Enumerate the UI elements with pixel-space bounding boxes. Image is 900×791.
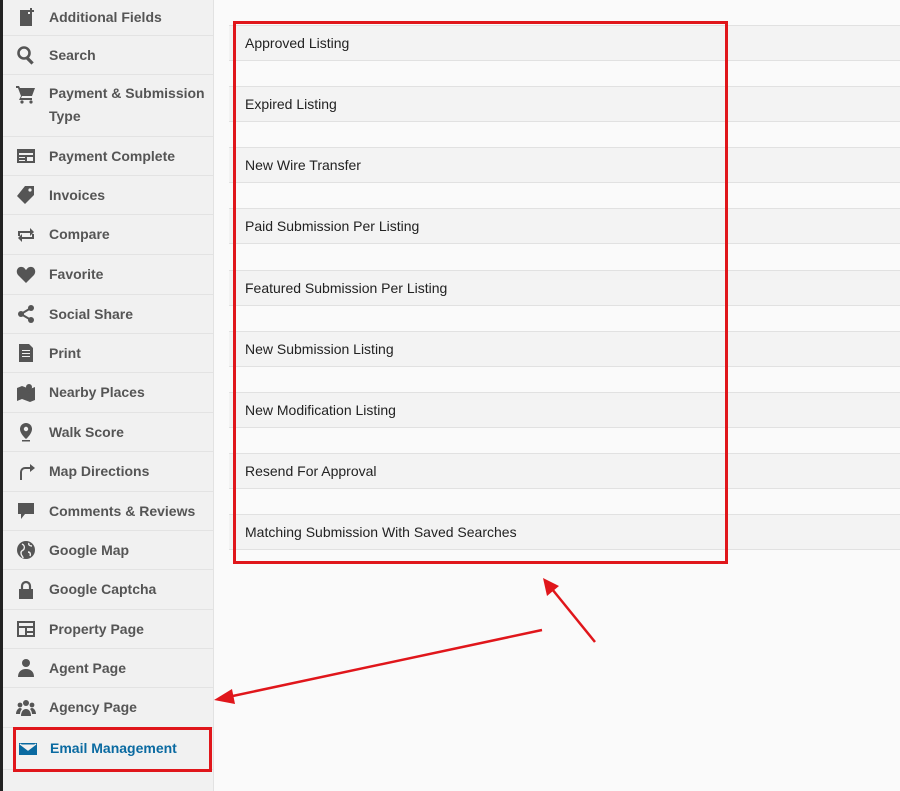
sidebar-item-google-map[interactable]: Google Map (3, 531, 213, 570)
sidebar-item-social-share[interactable]: Social Share (3, 295, 213, 334)
sidebar-item-label: Additional Fields (49, 9, 162, 25)
map-icon (15, 382, 37, 404)
sidebar-item-label: Compare (49, 226, 110, 242)
search-icon (15, 44, 37, 66)
sidebar-item-agent-page[interactable]: Agent Page (3, 649, 213, 688)
email-template-row[interactable]: Resend For Approval (229, 453, 900, 489)
sidebar-item-label: Print (49, 344, 81, 361)
tag-icon (15, 184, 37, 206)
comment-icon (15, 500, 37, 522)
arrow-to-list (543, 578, 596, 643)
email-template-title: Resend For Approval (245, 463, 377, 479)
envelope-icon (17, 738, 39, 760)
sidebar-item-email-management[interactable]: Email Management (3, 728, 213, 770)
compare-icon (15, 224, 37, 246)
sidebar-item-label: Payment Complete (49, 147, 176, 164)
sidebar-item-label: Payment & Submission Type (49, 85, 205, 124)
sidebar-item-label: Email Management (50, 740, 177, 756)
sidebar-item-label: Nearby Places (49, 384, 145, 400)
email-template-row[interactable]: New Modification Listing (229, 392, 900, 428)
sidebar-item-walk-score[interactable]: Walk Score (3, 413, 213, 452)
email-template-row[interactable]: Paid Submission Per Listing (229, 208, 900, 244)
group-icon (15, 697, 37, 719)
settings-sidebar: Additional Fields Search Payment & Submi… (3, 0, 214, 791)
sidebar-item-label: Google Captcha (49, 581, 157, 597)
sidebar-item-invoices[interactable]: Invoices (3, 176, 213, 215)
email-template-title: Matching Submission With Saved Searches (245, 524, 517, 540)
card-list-icon (15, 145, 37, 167)
sidebar-item-label: Social Share (49, 305, 134, 322)
sidebar-item-compare[interactable]: Compare (3, 215, 213, 255)
map-pin-icon (15, 421, 37, 443)
document-icon (15, 342, 37, 364)
arrow-to-sidebar (214, 628, 543, 704)
sidebar-item-label: Walk Score (49, 423, 124, 440)
sidebar-item-label: Agent Page (49, 659, 127, 676)
sidebar-item-payment-complete[interactable]: Payment Complete (3, 137, 213, 176)
sidebar-item-label: Comments & Reviews (49, 502, 196, 519)
email-template-title: Featured Submission Per Listing (245, 280, 448, 296)
email-template-row[interactable]: New Wire Transfer (229, 147, 900, 183)
email-template-title: New Submission Listing (245, 341, 394, 357)
sidebar-item-favorite[interactable]: Favorite (3, 255, 213, 295)
lock-icon (15, 579, 37, 601)
cart-icon (15, 83, 37, 105)
sidebar-item-payment-submission-type[interactable]: Payment & Submission Type (3, 75, 213, 137)
sidebar-item-nearby-places[interactable]: Nearby Places (3, 373, 213, 413)
email-template-row[interactable]: Matching Submission With Saved Searches (229, 514, 900, 550)
layout-icon (15, 618, 37, 640)
email-template-title: Paid Submission Per Listing (245, 218, 420, 234)
sidebar-item-label: Search (49, 46, 96, 63)
email-template-title: New Wire Transfer (245, 157, 361, 173)
sidebar-item-agency-page[interactable]: Agency Page (3, 688, 213, 728)
sidebar-item-comments-reviews[interactable]: Comments & Reviews (3, 492, 213, 531)
email-template-row[interactable]: New Submission Listing (229, 331, 900, 367)
sidebar-item-print[interactable]: Print (3, 334, 213, 373)
share-icon (15, 303, 37, 325)
sidebar-item-label: Property Page (49, 620, 144, 637)
email-template-row[interactable]: Approved Listing (229, 25, 900, 61)
sidebar-item-property-page[interactable]: Property Page (3, 610, 213, 649)
sidebar-item-label: Invoices (49, 186, 106, 203)
user-icon (15, 657, 37, 679)
sidebar-item-google-captcha[interactable]: Google Captcha (3, 570, 213, 610)
sidebar-item-label: Google Map (49, 541, 130, 558)
sidebar-item-additional-fields[interactable]: Additional Fields (3, 0, 213, 36)
sidebar-item-label: Map Directions (49, 463, 150, 479)
heart-icon (15, 264, 37, 286)
email-template-title: Approved Listing (245, 35, 350, 51)
sidebar-item-label: Agency Page (49, 699, 137, 715)
email-template-row[interactable]: Featured Submission Per Listing (229, 270, 900, 306)
email-template-title: New Modification Listing (245, 402, 396, 418)
sidebar-item-label: Favorite (49, 266, 104, 282)
redo-arrow-icon (15, 461, 37, 483)
globe-icon (15, 539, 37, 561)
email-template-title: Expired Listing (245, 96, 337, 112)
email-template-row[interactable]: Expired Listing (229, 86, 900, 122)
sidebar-item-search[interactable]: Search (3, 36, 213, 75)
add-document-icon (15, 7, 37, 29)
sidebar-item-map-directions[interactable]: Map Directions (3, 452, 213, 492)
